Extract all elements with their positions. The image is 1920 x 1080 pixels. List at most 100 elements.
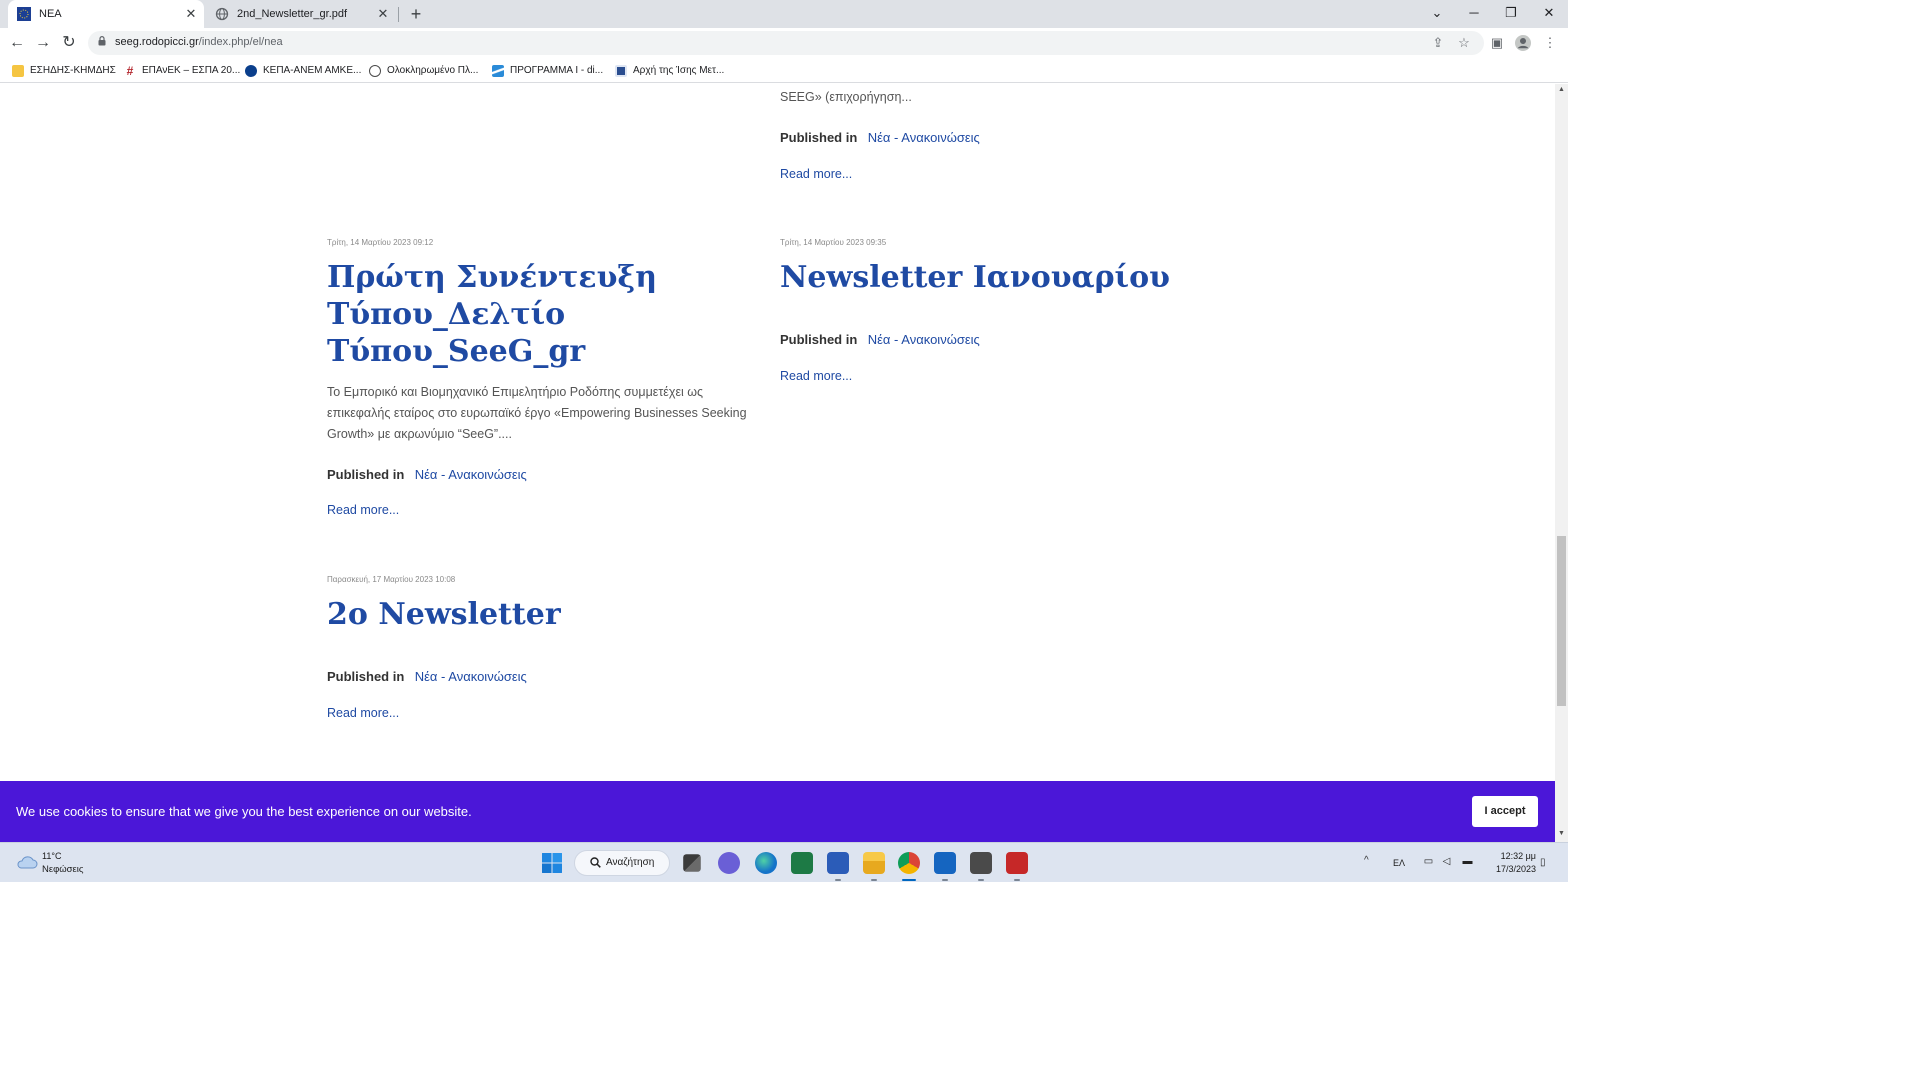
notification-icon[interactable]: ▯ [1540,857,1546,868]
weather-temperature[interactable]: 11°C [42,851,61,861]
show-hidden-icons-chevron-icon[interactable]: ^ [1364,855,1369,866]
clock-date[interactable]: 17/3/2023 [1488,864,1536,874]
windows-start-icon[interactable] [541,852,563,874]
reload-icon[interactable]: ↻ [57,31,81,55]
category-link[interactable]: Νέα - Ανακοινώσεις [868,332,980,347]
published-in-label: Published in [780,130,858,145]
share-icon[interactable]: ⇪ [1430,35,1446,51]
running-indicator [871,879,877,881]
read-more-link[interactable]: Read more... [780,167,852,181]
forward-arrow-icon[interactable]: → [31,31,55,55]
scroll-down-arrow-icon[interactable]: ▼ [1555,830,1568,840]
globe-icon [215,7,229,21]
bookmark-star-icon[interactable]: ☆ [1456,35,1472,51]
outlook-icon[interactable] [934,852,956,874]
running-indicator [1014,879,1020,881]
volume-icon[interactable]: ◁ [1440,856,1453,868]
tab-strip: ΝΕΑ ✕ 2nd_Newsletter_gr.pdf ✕ + ⌄ ─ ❐ ✕ [0,0,1568,28]
cookie-consent-bar: We use cookies to ensure that we give yo… [0,781,1555,842]
acrobat-icon[interactable] [1006,852,1028,874]
search-icon [590,857,601,868]
category-link[interactable]: Νέα - Ανακοινώσεις [868,130,980,145]
article-intro: SEEG» (επιχορήγηση... [780,90,912,104]
accept-cookies-button[interactable]: I accept [1472,796,1538,827]
bookmark-item[interactable]: Αρχή της Ίσης Μετ... [615,62,724,79]
bookmark-item[interactable]: ΕΣΗΔΗΣ-ΚΗΜΔΗΣ [12,62,116,79]
article-title[interactable]: Newsletter Ιανουαρίου [780,259,1170,296]
folder-icon [12,64,24,77]
side-panel-icon[interactable]: ▣ [1488,34,1506,52]
weather-condition[interactable]: Νεφώσεις [42,864,83,875]
read-more-link[interactable]: Read more... [327,706,399,720]
globe-icon [369,64,381,77]
bookmark-item[interactable]: # ΕΠΑνΕΚ – ΕΣΠΑ 20... [124,62,241,79]
network-icon[interactable]: ▭ [1422,856,1435,868]
article-category-line: Published in Νέα - Ανακοινώσεις [780,129,980,147]
tab-newsletter-pdf[interactable]: 2nd_Newsletter_gr.pdf ✕ [206,0,396,28]
bookmark-item[interactable]: ΚΕΠΑ-ΑΝΕΜ ΑΜΚΕ... [245,62,361,79]
running-indicator [835,879,841,881]
running-indicator [902,879,916,881]
bookmark-item[interactable]: Ολοκληρωμένο Πλ... [369,62,478,79]
back-arrow-icon[interactable]: ← [5,31,29,55]
read-more-link[interactable]: Read more... [327,503,399,517]
battery-icon[interactable]: ▬ [1461,856,1474,868]
browser-toolbar: ← → ↻ seeg.rodopicci.gr/index.php/el/nea… [0,28,1568,58]
word-icon[interactable] [827,852,849,874]
tab-search-button[interactable]: ⌄ [1418,0,1456,28]
windows-taskbar: 11°C Νεφώσεις Αναζήτηση ^ ΕΛ ▭ ◁ ▬ 12:32… [0,842,1568,882]
running-indicator [942,879,948,881]
published-in-label: Published in [327,467,405,482]
category-link[interactable]: Νέα - Ανακοινώσεις [415,467,527,482]
tab-separator [398,7,399,22]
lock-icon[interactable] [98,36,106,46]
url-text[interactable]: seeg.rodopicci.gr/index.php/el/nea [115,36,283,48]
address-bar[interactable]: seeg.rodopicci.gr/index.php/el/nea ⇪ ☆ [88,31,1484,55]
tab-nea[interactable]: ΝΕΑ ✕ [8,0,204,28]
tab-close-icon[interactable]: ✕ [183,6,199,22]
url-host: seeg.rodopicci.gr [115,36,199,48]
vertical-scrollbar[interactable] [1555,84,1568,842]
published-in-label: Published in [327,669,405,684]
new-tab-button[interactable]: + [405,3,427,25]
scroll-up-arrow-icon[interactable]: ▲ [1555,86,1568,96]
cloud-icon[interactable] [16,855,38,869]
close-window-button[interactable]: ✕ [1530,0,1568,28]
tab-title: ΝΕΑ [39,8,62,20]
excel-icon[interactable] [791,852,813,874]
clock-time[interactable]: 12:32 μμ [1490,851,1536,861]
hash-icon: # [126,63,134,78]
dot-icon [245,64,257,77]
restore-button[interactable]: ❐ [1492,0,1530,28]
tab-title: 2nd_Newsletter_gr.pdf [237,8,348,20]
tab-close-icon[interactable]: ✕ [375,6,391,22]
chrome-icon[interactable] [898,852,920,874]
article-title-line: Τύπου_SeeG_gr [327,334,586,369]
input-language[interactable]: ΕΛ [1393,858,1405,868]
url-path: /index.php/el/nea [198,36,283,48]
article-title[interactable]: 2ο Newsletter [327,596,561,633]
teams-chat-icon[interactable] [718,852,740,874]
minimize-button[interactable]: ─ [1455,0,1493,28]
article-title-line: Πρώτη Συνέντευξη [327,260,657,295]
site-icon [615,64,627,77]
article-date: Τρίτη, 14 Μαρτίου 2023 09:12 [327,238,434,247]
read-more-link[interactable]: Read more... [780,369,852,383]
file-explorer-icon[interactable] [863,852,885,874]
camera-app-icon[interactable] [970,852,992,874]
published-in-label: Published in [780,332,858,347]
bookmark-label: Ολοκληρωμένο Πλ... [387,65,479,76]
category-link[interactable]: Νέα - Ανακοινώσεις [415,669,527,684]
article-category-line: Published in Νέα - Ανακοινώσεις [780,331,980,349]
menu-kebab-icon[interactable]: ⋮ [1541,34,1559,52]
profile-avatar-icon[interactable] [1514,34,1532,52]
task-view-icon[interactable] [683,854,701,872]
bookmark-item[interactable]: ΠΡΟΓΡΑΜΜΑ Ι - di... [492,62,603,79]
bookmark-label: ΕΠΑνΕΚ – ΕΣΠΑ 20... [142,65,241,76]
scrollbar-thumb[interactable] [1557,536,1566,706]
article-title[interactable]: Πρώτη Συνέντευξη Τύπου_Δελτίο Τύπου_SeeG… [327,259,657,370]
article-intro: Το Εμπορικό και Βιομηχανικό Επιμελητήριο… [327,382,747,445]
edge-icon[interactable] [755,852,777,874]
article-title-line: Τύπου_Δελτίο [327,297,566,332]
bookmark-label: Αρχή της Ίσης Μετ... [633,65,725,76]
